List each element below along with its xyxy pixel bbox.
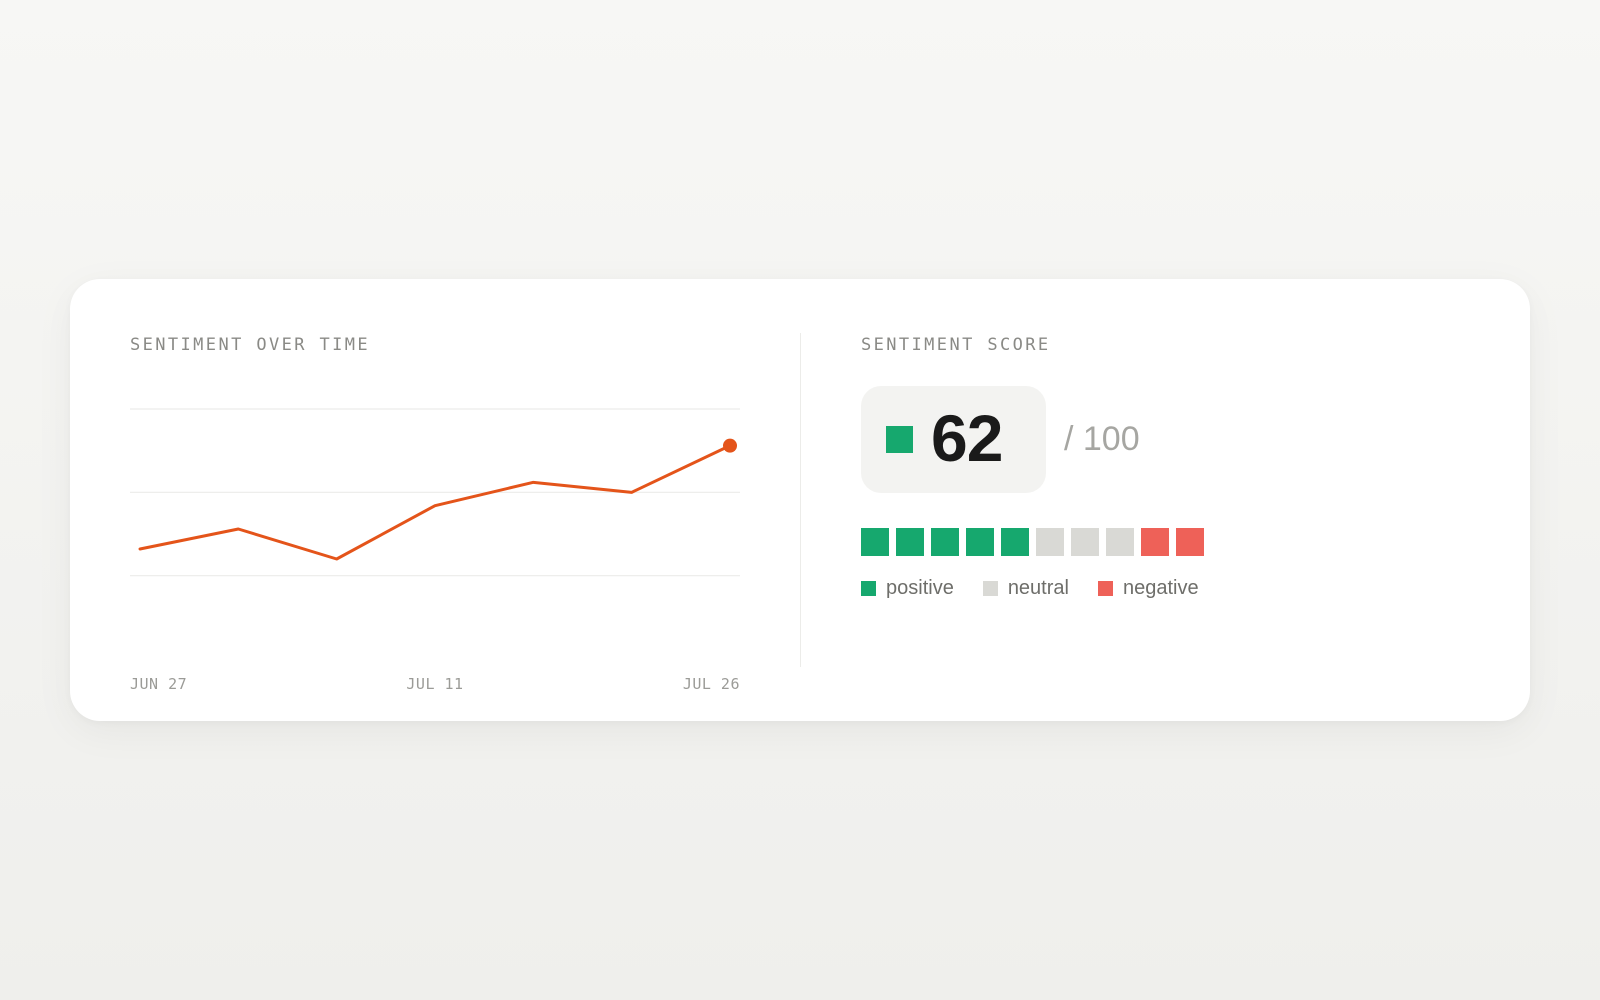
sentiment-score-title: SENTIMENT SCORE bbox=[861, 335, 1051, 355]
legend-item-positive: positive bbox=[861, 577, 954, 600]
legend-swatch bbox=[861, 581, 876, 596]
x-tick-label: JUL 11 bbox=[406, 675, 463, 693]
legend-label: neutral bbox=[1007, 577, 1069, 599]
sentiment-card: SENTIMENT OVER TIME JUN 27 JUL 11 JUL 26 S… bbox=[70, 279, 1530, 721]
latest-point-marker bbox=[723, 438, 737, 453]
segment-neutral bbox=[1036, 528, 1064, 556]
legend-label: positive bbox=[886, 577, 954, 599]
segment-neutral bbox=[1071, 528, 1099, 556]
segment-negative bbox=[1141, 528, 1169, 556]
segment-positive bbox=[931, 528, 959, 556]
score-status-swatch bbox=[886, 426, 913, 453]
sentiment-series-line bbox=[138, 444, 732, 561]
legend-swatch bbox=[1097, 581, 1113, 596]
panel-divider bbox=[800, 333, 801, 667]
sentiment-over-time-title: SENTIMENT OVER TIME bbox=[130, 335, 371, 355]
legend-swatch bbox=[982, 581, 998, 596]
score-legend: positive neutral negative bbox=[861, 577, 1228, 600]
legend-label: negative bbox=[1122, 577, 1199, 599]
segment-neutral bbox=[1106, 528, 1134, 556]
legend-item-neutral: neutral bbox=[982, 577, 1069, 600]
x-tick-label: JUL 26 bbox=[683, 675, 740, 693]
score-max: / 100 bbox=[1064, 420, 1140, 458]
score-value: 62 bbox=[931, 401, 1003, 475]
segment-negative bbox=[1176, 528, 1204, 556]
sentiment-line-chart: JUN 27 JUL 11 JUL 26 bbox=[130, 408, 740, 693]
segment-positive bbox=[896, 528, 924, 556]
legend-item-negative: negative bbox=[1097, 577, 1199, 600]
score-segment-bar bbox=[861, 528, 1204, 556]
segment-positive bbox=[966, 528, 994, 556]
x-tick-label: JUN 27 bbox=[130, 675, 187, 693]
segment-positive bbox=[1001, 528, 1029, 556]
segment-positive bbox=[861, 528, 889, 556]
score-box: 62 bbox=[861, 386, 1046, 493]
